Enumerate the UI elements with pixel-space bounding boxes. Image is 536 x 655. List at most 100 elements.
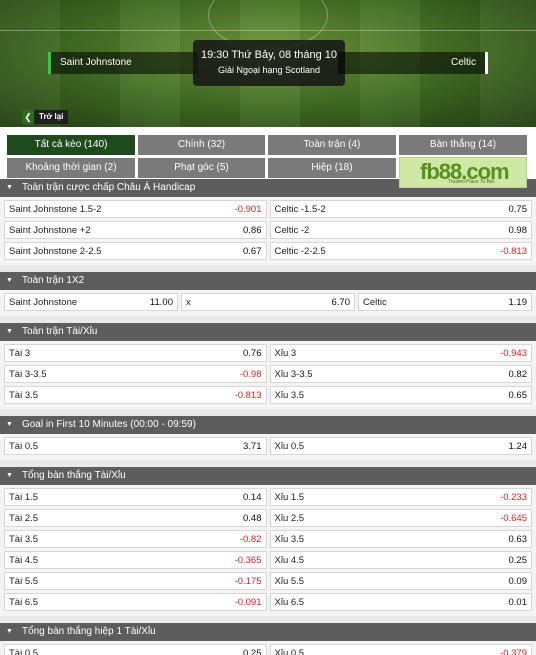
odds-cell[interactable]: Celtic -2 0.98 (269, 221, 532, 239)
collapse-arrow-icon: ▼ (6, 184, 13, 191)
odds-row: Saint Johnstone 11.00 x 6.70 Celtic 1.19 (4, 293, 532, 311)
back-button[interactable]: ❮ Trở lại (22, 110, 69, 124)
odds-cell[interactable]: Xỉu 6.5 0.01 (269, 593, 532, 611)
odds-value: 1.24 (508, 440, 528, 452)
odds-label: Xỉu 2.5 (274, 512, 305, 524)
section-gap (0, 409, 536, 416)
odds-cell[interactable]: Tài 3-3.5 -0.98 (4, 365, 267, 383)
filter-time-period[interactable]: Khoảng thời gian (2) (7, 158, 135, 178)
odds-value: 0.63 (508, 533, 528, 545)
odds-cell[interactable]: Xỉu 3.5 0.65 (269, 386, 532, 404)
odds-value: 0.76 (243, 347, 262, 359)
odds-cell[interactable]: x 6.70 (181, 293, 355, 311)
section-gap (0, 616, 536, 623)
odds-label: Tài 3.5 (9, 389, 39, 401)
away-team: Celtic (338, 52, 488, 74)
odds-cell[interactable]: Tài 4.5 -0.365 (4, 551, 267, 569)
odds-cell[interactable]: Saint Johnstone +2 0.86 (4, 221, 267, 239)
odds-cell[interactable]: Tài 0.5 0.25 (4, 644, 267, 655)
collapse-arrow-icon: ▼ (6, 472, 13, 479)
odds-value: -0.175 (234, 575, 262, 587)
filter-all[interactable]: Tất cả kèo (140) (7, 135, 135, 155)
odds-label: Xỉu 3-3.5 (274, 368, 313, 380)
odds-cell[interactable]: Xỉu 1.5 -0.233 (269, 488, 532, 506)
odds-value: -0.943 (500, 347, 527, 359)
odds-cell[interactable]: Saint Johnstone 11.00 (4, 293, 178, 311)
odds-cell[interactable]: Celtic 1.19 (358, 293, 532, 311)
odds-cell[interactable]: Saint Johnstone 1.5-2 -0.901 (4, 200, 267, 218)
odds-row: Saint Johnstone 2-2.5 0.67 Celtic -2-2.5 -0… (4, 242, 532, 260)
odds-cell[interactable]: Xỉu 3.5 0.63 (269, 530, 532, 548)
odds-row: Saint Johnstone 1.5-2 -0.901 Celtic -1.5-2… (4, 200, 532, 218)
odds-cell[interactable]: Xỉu 3-3.5 0.82 (269, 365, 532, 383)
odds-row: Tài 0.5 3.71 Xỉu 0.5 1.24 (4, 437, 532, 455)
odds-cell[interactable]: Tài 1.5 0.14 (4, 488, 267, 506)
odds-cell[interactable]: Tài 3 0.76 (4, 344, 267, 362)
odds-value: -0.813 (500, 245, 527, 257)
fb88-logo[interactable]: fb88.com Trusted Place To Bet (399, 157, 527, 188)
odds-label: Xỉu 0.5 (274, 647, 305, 655)
odds-value: 0.01 (508, 596, 528, 608)
market-header[interactable]: ▼ Tổng bàn thắng hiệp 1 Tài/Xỉu (0, 623, 536, 641)
collapse-arrow-icon: ▼ (6, 328, 13, 335)
odds-value: -0.98 (239, 368, 262, 380)
odds-row: Tài 3 0.76 Xỉu 3 -0.943 (4, 344, 532, 362)
odds-label: Tài 5.5 (9, 575, 39, 587)
filter-corners[interactable]: Phạt góc (5) (138, 158, 265, 178)
market-title: Toàn trận Tài/Xỉu (21, 326, 98, 337)
odds-label: Xỉu 4.5 (274, 554, 305, 566)
market-rows: Tài 0.5 0.25 Xỉu 0.5 -0.379 (0, 641, 536, 655)
odds-value: 0.98 (508, 224, 528, 236)
odds-cell[interactable]: Tài 0.5 3.71 (4, 437, 267, 455)
filter-full-match[interactable]: Toàn trận (4) (268, 135, 396, 155)
odds-cell[interactable]: Xỉu 5.5 0.09 (269, 572, 532, 590)
collapse-arrow-icon: ▼ (6, 277, 13, 284)
collapse-arrow-icon: ▼ (6, 421, 13, 428)
market-header[interactable]: ▼ Tổng bàn thắng Tài/Xỉu (0, 467, 536, 485)
odds-cell[interactable]: Tài 2.5 0.48 (4, 509, 267, 527)
odds-cell[interactable]: Xỉu 4.5 0.25 (269, 551, 532, 569)
odds-label: Xỉu 5.5 (274, 575, 305, 587)
filter-half[interactable]: Hiệp (18) (268, 158, 396, 178)
odds-cell[interactable]: Xỉu 2.5 -0.645 (269, 509, 532, 527)
odds-value: 0.82 (508, 368, 528, 380)
odds-label: Saint Johnstone 1.5-2 (9, 203, 102, 215)
odds-label: Xỉu 0.5 (274, 440, 305, 452)
match-header: Saint Johnstone 19:30 Thứ Bảy, 08 tháng … (0, 0, 536, 127)
odds-cell[interactable]: Xỉu 0.5 1.24 (269, 437, 532, 455)
odds-cell[interactable]: Saint Johnstone 2-2.5 0.67 (4, 242, 267, 260)
odds-value: 11.00 (149, 296, 173, 308)
odds-cell[interactable]: Tài 5.5 -0.175 (4, 572, 267, 590)
filter-goals[interactable]: Bàn thắng (14) (399, 135, 527, 155)
market-header[interactable]: ▼ Toàn trận Tài/Xỉu (0, 323, 536, 341)
chevron-left-icon: ❮ (22, 110, 34, 124)
market-section: ▼ Tổng bàn thắng Tài/Xỉu Tài 1.5 0.14 Xỉu 1.… (0, 467, 536, 616)
match-time: 19:30 Thứ Bảy, 08 tháng 10 (200, 49, 337, 61)
odds-cell[interactable]: Xỉu 3 -0.943 (269, 344, 532, 362)
odds-value: 0.25 (243, 647, 262, 655)
odds-cell[interactable]: Xỉu 0.5 -0.379 (269, 644, 532, 655)
match-info: 19:30 Thứ Bảy, 08 tháng 10 Giải Ngoại hạ… (193, 40, 345, 86)
odds-label: Saint Johnstone (9, 296, 78, 308)
odds-label: Xỉu 3.5 (274, 533, 305, 545)
odds-cell[interactable]: Celtic -1.5-2 0.75 (269, 200, 532, 218)
odds-cell[interactable]: Tài 3.5 -0.82 (4, 530, 267, 548)
match-league: Giải Ngoại hạng Scotland (217, 65, 321, 75)
section-gap (0, 265, 536, 272)
odds-row: Tài 5.5 -0.175 Xỉu 5.5 0.09 (4, 572, 532, 590)
odds-cell[interactable]: Celtic -2-2.5 -0.813 (269, 242, 532, 260)
market-header[interactable]: ▼ Toàn trận 1X2 (0, 272, 536, 290)
odds-label: Xỉu 1.5 (274, 491, 305, 503)
odds-row: Tài 2.5 0.48 Xỉu 2.5 -0.645 (4, 509, 532, 527)
odds-row: Tài 4.5 -0.365 Xỉu 4.5 0.25 (4, 551, 532, 569)
odds-label: Tài 6.5 (9, 596, 39, 608)
market-title: Toàn trận 1X2 (21, 275, 85, 286)
odds-cell[interactable]: Tài 6.5 -0.091 (4, 593, 267, 611)
odds-label: Tài 0.5 (9, 440, 39, 452)
odds-label: Saint Johnstone +2 (9, 224, 91, 236)
odds-cell[interactable]: Tài 3.5 -0.813 (4, 386, 267, 404)
filter-main[interactable]: Chính (32) (138, 135, 265, 155)
market-title: Tổng bàn thắng hiệp 1 Tài/Xỉu (21, 626, 156, 637)
market-header[interactable]: ▼ Goal in First 10 Minutes (00:00 - 09:59… (0, 416, 536, 434)
odds-value: -0.365 (234, 554, 262, 566)
